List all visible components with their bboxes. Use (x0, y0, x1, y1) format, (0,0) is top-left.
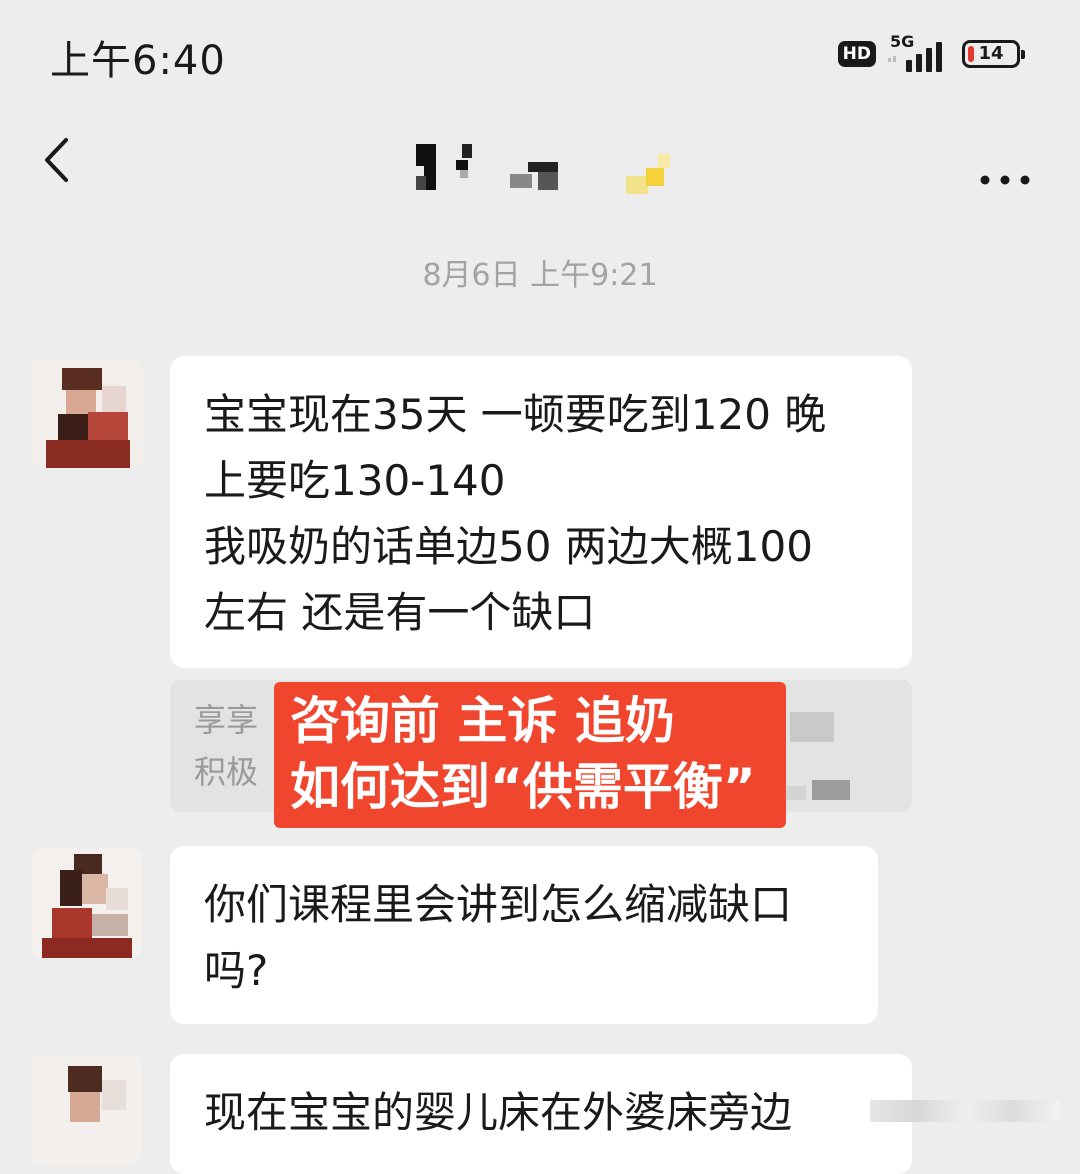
message-text-line: 你们课程里会讲到怎么缩减缺口 (204, 880, 793, 929)
message-text-line: 我吸奶的话单边50 两边大概100 (204, 522, 813, 571)
message-text-line: 上要吃130-140 (204, 456, 506, 505)
avatar-image (32, 848, 142, 958)
more-button[interactable] (970, 130, 1040, 190)
redaction-block (790, 712, 834, 742)
annotation-line: 如何达到“供需平衡” (290, 758, 756, 816)
hd-icon: HD (837, 41, 876, 67)
message-bubble[interactable]: 你们课程里会讲到怎么缩减缺口 吗? (170, 846, 878, 1024)
battery-level: 14 (978, 43, 1004, 64)
avatar[interactable] (32, 1056, 142, 1166)
message-text-line: 现在宝宝的婴儿床在外婆床旁边 (204, 1088, 793, 1137)
battery-icon: 14 (962, 40, 1025, 68)
message-text-line: 宝宝现在35天 一顿要吃到120 晚 (204, 390, 827, 439)
back-button[interactable] (30, 130, 90, 190)
message-bubble[interactable]: 现在宝宝的婴儿床在外婆床旁边 (170, 1054, 912, 1174)
watermark (870, 1100, 1060, 1122)
chat-title-redacted (400, 140, 700, 200)
redaction-block (812, 780, 850, 800)
avatar[interactable] (32, 848, 142, 958)
avatar-image (32, 1056, 142, 1166)
annotation-line: 咨询前 主诉 追奶 (290, 692, 675, 750)
more-dots-icon (980, 175, 1030, 185)
chevron-left-icon (45, 138, 68, 182)
avatar-image (32, 358, 142, 468)
battery-cap (1021, 50, 1025, 59)
message-text-line: 吗? (204, 946, 269, 995)
status-bar: 上午6:40 HD 5G 14 (0, 0, 1080, 110)
message-bubble[interactable]: 宝宝现在35天 一顿要吃到120 晚 上要吃130-140 我吸奶的话单边50 … (170, 356, 912, 668)
signal-icon: 5G (886, 32, 952, 72)
chat-header (0, 110, 1080, 220)
status-time: 上午6:40 (50, 38, 226, 84)
status-icons: HD 5G 14 (837, 32, 1025, 74)
annotation-banner: 咨询前 主诉 追奶 如何达到“供需平衡” (274, 682, 786, 828)
message-timestamp: 8月6日 上午9:21 (422, 258, 658, 293)
message-text-line: 左右 还是有一个缺口 (204, 588, 596, 637)
avatar[interactable] (32, 358, 142, 468)
